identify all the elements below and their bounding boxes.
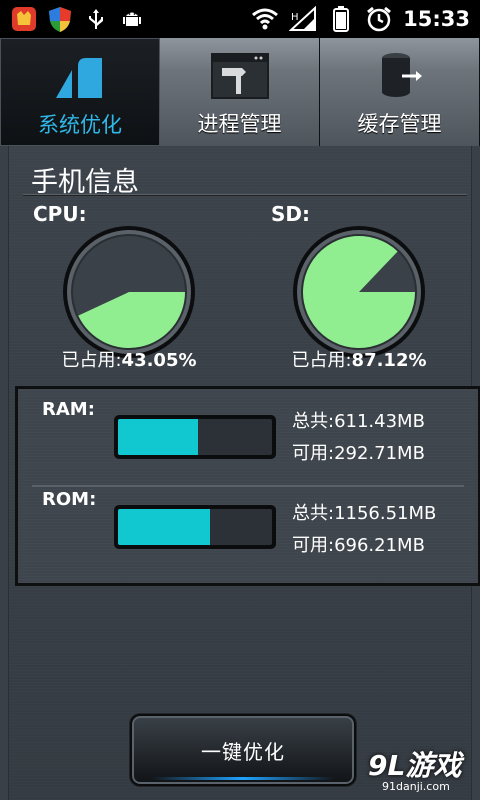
tab-system-optimize[interactable]: 系统优化 — [0, 38, 160, 146]
cpu-caption-prefix: 已占用: — [61, 350, 122, 371]
alarm-icon — [365, 5, 393, 33]
sd-label: SD: — [271, 202, 311, 226]
battery-icon — [327, 5, 355, 33]
ram-total: 总共:611.43MB — [292, 411, 425, 432]
rom-total: 总共:1156.51MB — [292, 503, 437, 524]
signal-icon: H — [289, 5, 317, 33]
tab-label: 系统优化 — [38, 113, 122, 137]
cpu-caption: 已占用:43.05% — [39, 346, 219, 372]
hammer-window-icon — [208, 48, 272, 104]
rom-progress-bar — [114, 505, 276, 549]
cpu-label: CPU: — [33, 202, 87, 226]
sd-caption-prefix: 已占用: — [291, 350, 352, 371]
ram-available: 可用:292.71MB — [292, 443, 425, 464]
app-red-icon — [10, 5, 38, 33]
watermark-main: 9L游戏 — [368, 749, 462, 782]
memory-panel: RAM: 总共:611.43MB 可用:292.71MB ROM: 总共:115… — [15, 386, 480, 586]
tab-bar: 系统优化 进程管理 缓存管理 — [0, 38, 480, 146]
watermark-logo: 9L游戏 91danji.com — [360, 744, 476, 798]
sd-caption: 已占用:87.12% — [269, 346, 449, 372]
memory-divider — [32, 485, 464, 487]
sd-gauge — [293, 226, 425, 358]
bar-chart-icon — [48, 49, 112, 105]
tab-label: 进程管理 — [197, 112, 282, 136]
rom-progress-fill — [118, 509, 211, 545]
ram-progress-bar — [114, 415, 276, 459]
ram-label: RAM: — [42, 399, 95, 420]
section-divider — [23, 194, 467, 196]
rom-label: ROM: — [42, 489, 97, 510]
sd-usage-value: 87.12% — [351, 350, 427, 371]
cpu-gauge — [63, 226, 195, 358]
ram-progress-fill — [118, 419, 199, 455]
tab-label: 缓存管理 — [357, 112, 442, 136]
svg-text:H: H — [291, 12, 299, 23]
rom-available: 可用:696.21MB — [292, 535, 425, 556]
one-click-optimize-button[interactable]: 一键优化 — [130, 714, 356, 786]
cylinder-arrow-icon — [368, 48, 432, 104]
usb-icon — [82, 5, 110, 33]
tab-process-manage[interactable]: 进程管理 — [160, 38, 320, 146]
android-icon — [118, 5, 146, 33]
wifi-icon — [251, 5, 279, 33]
content-area: 手机信息 CPU: 已占用:43.05% SD: 已占用:87.12% RAM:… — [8, 146, 480, 800]
shield-icon — [46, 5, 74, 33]
watermark-sub: 91danji.com — [382, 780, 450, 793]
optimize-button-label: 一键优化 — [201, 739, 285, 764]
cpu-usage-value: 43.05% — [121, 350, 197, 371]
status-time: 15:33 — [403, 7, 470, 31]
tab-cache-manage[interactable]: 缓存管理 — [320, 38, 480, 146]
status-bar: H 15:33 — [0, 0, 480, 38]
